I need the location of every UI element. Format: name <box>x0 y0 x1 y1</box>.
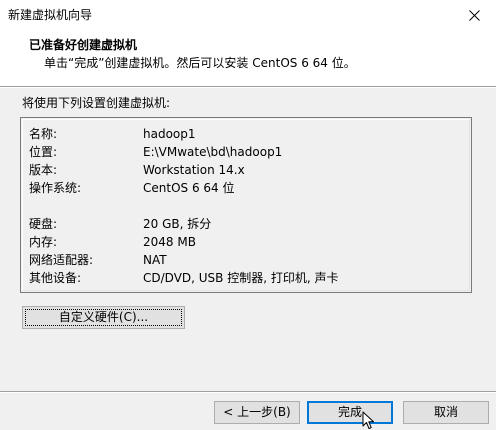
summary-row-name: 名称: hadoop1 <box>21 125 471 143</box>
page-title: 已准备好创建虚拟机 <box>29 38 138 52</box>
footer-divider-highlight <box>0 392 496 393</box>
summary-value: CD/DVD, USB 控制器, 打印机, 声卡 <box>143 271 339 285</box>
summary-label: 操作系统: <box>29 181 82 195</box>
title-bar: 新建虚拟机向导 <box>0 0 496 30</box>
header-divider-highlight <box>0 87 496 88</box>
summary-label: 位置: <box>29 145 58 159</box>
summary-row-other-devices: 其他设备: CD/DVD, USB 控制器, 打印机, 声卡 <box>21 269 471 287</box>
finish-button[interactable]: 完成 <box>307 401 393 424</box>
summary-value: 20 GB, 拆分 <box>143 217 212 231</box>
summary-value: E:\VMwate\bd\hadoop1 <box>143 145 283 159</box>
summary-label: 网络适配器: <box>29 253 94 267</box>
summary-label: 其他设备: <box>29 271 82 285</box>
window-title: 新建虚拟机向导 <box>8 8 93 22</box>
summary-label: 名称: <box>29 127 58 141</box>
summary-label: 内存: <box>29 235 58 249</box>
page-subtitle: 单击“完成”创建虚拟机。然后可以安装 CentOS 6 64 位。 <box>44 56 356 70</box>
summary-value: Workstation 14.x <box>143 163 245 177</box>
customize-hardware-button[interactable]: 自定义硬件(C)... <box>22 306 185 329</box>
finish-button-label: 完成 <box>337 405 362 419</box>
summary-value: hadoop1 <box>143 127 196 141</box>
cancel-button[interactable]: 取消 <box>403 401 489 424</box>
back-button-label: < 上一步(B) <box>223 405 291 419</box>
summary-label: 版本: <box>29 163 58 177</box>
settings-summary-box: 名称: hadoop1 位置: E:\VMwate\bd\hadoop1 版本:… <box>20 117 472 293</box>
summary-row-memory: 内存: 2048 MB <box>21 233 471 251</box>
close-icon <box>468 9 480 21</box>
summary-value: CentOS 6 64 位 <box>143 181 235 195</box>
close-button[interactable] <box>452 0 496 30</box>
settings-intro-label: 将使用下列设置创建虚拟机: <box>22 96 171 110</box>
summary-row-version: 版本: Workstation 14.x <box>21 161 471 179</box>
summary-label: 硬盘: <box>29 217 58 231</box>
summary-value: NAT <box>143 253 167 267</box>
new-vm-wizard-dialog: 新建虚拟机向导 已准备好创建虚拟机 单击“完成”创建虚拟机。然后可以安装 Cen… <box>0 0 496 430</box>
summary-value: 2048 MB <box>143 235 196 249</box>
customize-hardware-label: 自定义硬件(C)... <box>58 310 149 324</box>
summary-row-disk: 硬盘: 20 GB, 拆分 <box>21 215 471 233</box>
summary-row-location: 位置: E:\VMwate\bd\hadoop1 <box>21 143 471 161</box>
cancel-button-label: 取消 <box>433 405 458 419</box>
wizard-header: 已准备好创建虚拟机 单击“完成”创建虚拟机。然后可以安装 CentOS 6 64… <box>0 30 496 86</box>
summary-row-network: 网络适配器: NAT <box>21 251 471 269</box>
back-button[interactable]: < 上一步(B) <box>214 401 300 424</box>
summary-row-os: 操作系统: CentOS 6 64 位 <box>21 179 471 197</box>
